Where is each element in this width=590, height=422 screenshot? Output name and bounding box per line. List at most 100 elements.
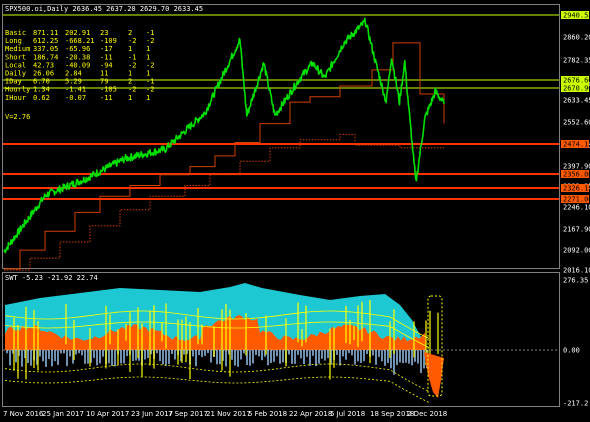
price-marker: 2356.00 <box>561 170 590 179</box>
stat-name: Medium <box>5 45 30 53</box>
price-marker-label: 2940.53 <box>563 12 590 20</box>
stat-value: 0.62 <box>33 94 50 102</box>
swt-bar <box>408 350 410 364</box>
swt-bar <box>288 350 290 355</box>
swt-bar <box>252 350 254 364</box>
swt-bar <box>174 350 176 360</box>
stat-name: Local <box>5 61 26 69</box>
stat-value: -0.07 <box>65 94 86 102</box>
swt-bar <box>345 350 347 360</box>
stat-name: Short <box>5 53 26 61</box>
swt-bar <box>276 350 278 357</box>
swt-bar <box>231 350 233 360</box>
swt-bar <box>78 350 80 354</box>
swt-bar <box>402 350 404 364</box>
stat-name: IHour <box>5 94 26 102</box>
swt-bar <box>84 350 86 364</box>
volatility-label: V=2.76 <box>5 113 30 121</box>
stat-value: -2 <box>146 86 154 94</box>
swt-bar <box>405 350 407 363</box>
time-tick-label: 22 Apr 2018 <box>289 410 332 418</box>
swt-bar <box>6 350 8 354</box>
swt-bar <box>309 350 311 366</box>
swt-bar <box>318 350 320 364</box>
swt-bar <box>120 350 122 364</box>
price-marker: 2326.15 <box>561 184 590 193</box>
price-marker-label: 2271.00 <box>563 196 590 204</box>
swt-bar <box>348 350 350 354</box>
swt-bar <box>375 350 377 365</box>
price-tick-label: 2552.60 <box>563 119 590 127</box>
stat-value: -2 <box>146 61 154 69</box>
time-tick-label: 10 Apr 2017 <box>86 410 129 418</box>
swt-bar <box>240 350 242 360</box>
chart-window[interactable]: SPX500.oi,Daily 2636.45 2637.20 2629.70 … <box>0 0 590 422</box>
stat-value: -2 <box>128 37 136 45</box>
swt-bar <box>102 350 104 357</box>
price-tick-label: 2167.90 <box>563 226 590 234</box>
stat-value: 6.70 <box>33 78 50 86</box>
swt-bar <box>147 350 149 359</box>
stat-value: 26.06 <box>33 70 54 78</box>
stat-value: 2 <box>128 29 132 37</box>
swt-bar <box>378 350 380 357</box>
stat-value: -1 <box>146 29 154 37</box>
swt-bar <box>270 350 272 363</box>
swt-bar <box>381 350 383 362</box>
stat-value: -2 <box>128 86 136 94</box>
swt-bar <box>48 350 50 359</box>
swt-bar <box>123 350 125 364</box>
swt-bar <box>315 350 317 367</box>
swt-bar <box>183 350 185 355</box>
swt-bar <box>216 350 218 365</box>
swt-bar <box>312 350 314 356</box>
time-tick-label: 21 Nov 2017 <box>206 410 251 418</box>
swt-bar <box>237 350 239 367</box>
stat-value: 42.73 <box>33 61 54 69</box>
stat-value: 186.74 <box>33 53 58 61</box>
stat-value: -11 <box>100 53 113 61</box>
stat-value: 79 <box>100 78 108 86</box>
swt-bar <box>360 350 362 363</box>
swt-bar <box>39 350 41 357</box>
swt-bar <box>168 350 170 365</box>
time-tick-label: 7 Sep 2017 <box>168 410 208 418</box>
price-tick-label: 2092.00 <box>563 247 590 255</box>
stat-value: -17 <box>100 45 113 53</box>
swt-bar <box>342 350 344 357</box>
swt-bar <box>201 350 203 358</box>
swt-bar <box>57 350 59 365</box>
swt-bar <box>297 350 299 355</box>
swt-bar <box>279 350 281 364</box>
swt-bar <box>420 350 422 373</box>
stat-name: Daily <box>5 70 26 78</box>
swt-bar <box>69 350 71 357</box>
stat-value: 202.91 <box>65 29 90 37</box>
swt-bar <box>144 350 146 360</box>
stat-value: -94 <box>100 61 113 69</box>
stat-value: 337.05 <box>33 45 58 53</box>
swt-bar <box>111 350 113 366</box>
stat-value: 2.84 <box>65 70 82 78</box>
stat-value: -2 <box>128 61 136 69</box>
stat-value: -668.21 <box>65 37 95 45</box>
swt-bar <box>363 350 365 362</box>
swt-bar <box>255 350 257 355</box>
stat-value: 1 <box>146 53 150 61</box>
stat-value: 1 <box>128 94 132 102</box>
swt-bar <box>321 350 323 359</box>
swt-bar <box>372 350 374 356</box>
time-tick-label: 5 Jul 2018 <box>330 410 365 418</box>
swt-bar <box>204 350 206 356</box>
price-marker-label: 2356.00 <box>563 171 590 179</box>
swt-bar <box>258 350 260 357</box>
swt-bar <box>126 350 128 357</box>
swt-bar <box>306 350 308 357</box>
swt-bar <box>132 350 134 362</box>
price-tick-label: 2860.20 <box>563 34 590 42</box>
swt-bar <box>165 350 167 366</box>
swt-bar <box>267 350 269 366</box>
swt-bar <box>135 350 137 361</box>
price-marker-label: 2474.15 <box>563 141 590 149</box>
stat-name: Hourly <box>5 86 30 94</box>
